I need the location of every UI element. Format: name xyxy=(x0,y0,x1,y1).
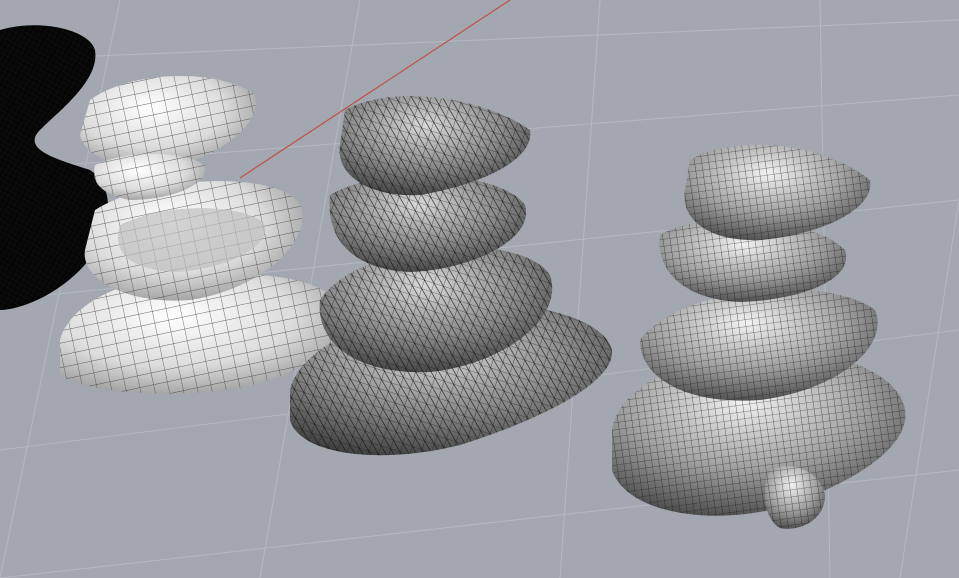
perspective-viewport[interactable] xyxy=(0,0,959,578)
